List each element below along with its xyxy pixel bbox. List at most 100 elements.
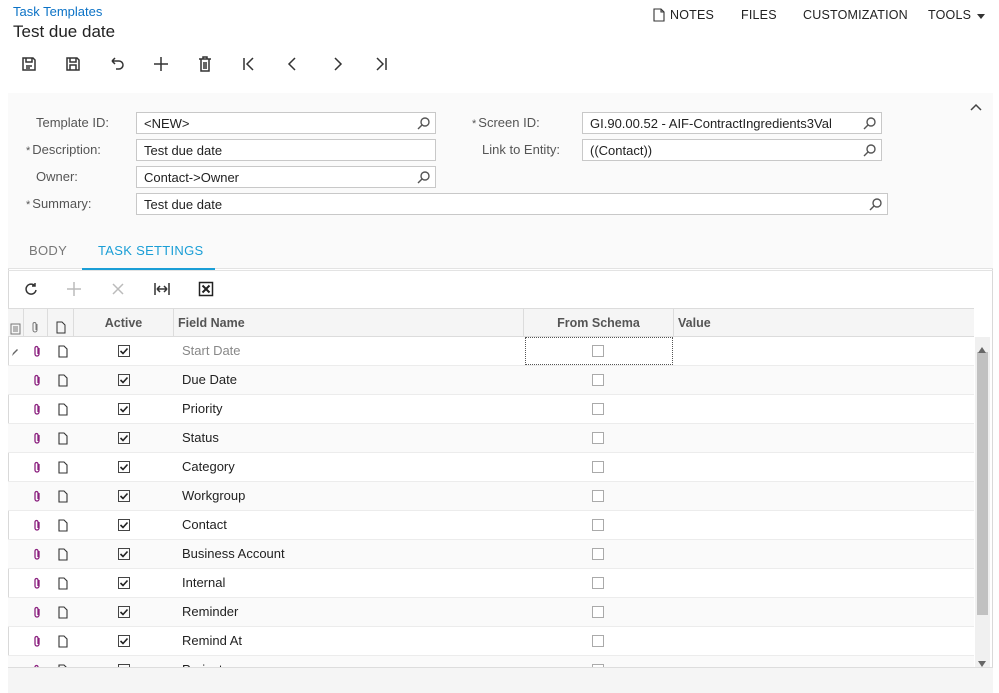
active-checkbox[interactable] <box>118 606 130 618</box>
field-name-cell[interactable]: Priority <box>182 395 222 423</box>
file-icon[interactable] <box>58 606 68 622</box>
paperclip-icon[interactable] <box>33 432 42 448</box>
from-schema-column-header[interactable]: From Schema <box>524 309 674 337</box>
value-cell[interactable] <box>678 627 968 655</box>
attachments-header[interactable] <box>24 309 48 337</box>
value-cell[interactable] <box>678 511 968 539</box>
active-checkbox[interactable] <box>118 345 130 357</box>
active-column-header[interactable]: Active <box>74 309 174 337</box>
value-cell[interactable] <box>678 395 968 423</box>
value-cell[interactable] <box>678 424 968 452</box>
files-header[interactable] <box>48 309 74 337</box>
file-icon[interactable] <box>58 548 68 564</box>
field-name-cell[interactable]: Business Account <box>182 540 285 568</box>
paperclip-icon[interactable] <box>33 490 42 506</box>
value-cell[interactable] <box>678 598 968 626</box>
field-name-cell[interactable]: Project <box>182 656 222 667</box>
search-icon[interactable] <box>417 170 431 184</box>
tab-body[interactable]: BODY <box>29 243 67 258</box>
paperclip-icon[interactable] <box>33 606 42 622</box>
save-button[interactable] <box>60 52 86 78</box>
value-column-header[interactable]: Value <box>674 309 974 337</box>
value-cell[interactable] <box>678 453 968 481</box>
field-name-column-header[interactable]: Field Name <box>174 309 524 337</box>
file-icon[interactable] <box>58 432 68 448</box>
undo-button[interactable] <box>104 52 130 78</box>
scroll-up-icon[interactable] <box>978 341 986 356</box>
paperclip-icon[interactable] <box>33 577 42 593</box>
field-name-cell[interactable]: Due Date <box>182 366 237 394</box>
search-icon[interactable] <box>863 116 877 130</box>
field-name-cell[interactable]: Remind At <box>182 627 242 655</box>
paperclip-icon[interactable] <box>33 461 42 477</box>
add-row-button[interactable] <box>63 279 85 301</box>
table-row[interactable]: Reminder <box>8 598 974 627</box>
active-checkbox[interactable] <box>118 635 130 647</box>
next-record-button[interactable] <box>324 52 350 78</box>
active-checkbox[interactable] <box>118 519 130 531</box>
notes-button[interactable]: NOTES <box>653 8 714 22</box>
table-row[interactable]: Priority <box>8 395 974 424</box>
fit-columns-button[interactable] <box>151 279 173 301</box>
paperclip-icon[interactable] <box>33 548 42 564</box>
from-schema-checkbox[interactable] <box>592 490 604 502</box>
files-button[interactable]: FILES <box>741 8 777 22</box>
from-schema-checkbox[interactable] <box>592 403 604 415</box>
field-name-cell[interactable]: Start Date <box>182 337 241 365</box>
delete-row-button[interactable] <box>107 279 129 301</box>
collapse-button[interactable] <box>970 99 982 114</box>
from-schema-checkbox[interactable] <box>592 374 604 386</box>
table-row[interactable]: Business Account <box>8 540 974 569</box>
active-checkbox[interactable] <box>118 461 130 473</box>
active-checkbox[interactable] <box>118 577 130 589</box>
table-row[interactable]: Workgroup <box>8 482 974 511</box>
table-row[interactable]: Remind At <box>8 627 974 656</box>
previous-record-button[interactable] <box>280 52 306 78</box>
description-field[interactable]: Test due date <box>136 139 436 161</box>
tab-task-settings[interactable]: TASK SETTINGS <box>82 243 215 271</box>
file-icon[interactable] <box>58 635 68 651</box>
summary-field[interactable]: Test due date <box>136 193 888 215</box>
file-icon[interactable] <box>58 345 68 361</box>
field-name-cell[interactable]: Reminder <box>182 598 238 626</box>
from-schema-checkbox[interactable] <box>592 432 604 444</box>
value-cell[interactable] <box>678 569 968 597</box>
scrollbar-thumb[interactable] <box>977 352 988 615</box>
paperclip-icon[interactable] <box>33 403 42 419</box>
delete-button[interactable] <box>192 52 218 78</box>
customization-button[interactable]: CUSTOMIZATION <box>803 8 908 22</box>
breadcrumb[interactable]: Task Templates <box>13 4 102 19</box>
from-schema-checkbox[interactable] <box>592 577 604 589</box>
value-cell[interactable] <box>678 540 968 568</box>
table-row[interactable]: Due Date <box>8 366 974 395</box>
active-checkbox[interactable] <box>118 403 130 415</box>
table-row[interactable]: Project <box>8 656 974 667</box>
field-name-cell[interactable]: Workgroup <box>182 482 245 510</box>
table-row[interactable]: Category <box>8 453 974 482</box>
first-record-button[interactable] <box>236 52 262 78</box>
export-excel-button[interactable] <box>195 279 217 301</box>
tools-menu[interactable]: TOOLS <box>928 8 986 22</box>
value-cell[interactable] <box>678 482 968 510</box>
field-name-cell[interactable]: Internal <box>182 569 225 597</box>
table-row[interactable]: Status <box>8 424 974 453</box>
active-checkbox[interactable] <box>118 374 130 386</box>
from-schema-checkbox[interactable] <box>592 461 604 473</box>
from-schema-checkbox[interactable] <box>592 548 604 560</box>
from-schema-checkbox[interactable] <box>592 345 604 357</box>
search-icon[interactable] <box>417 116 431 130</box>
search-icon[interactable] <box>863 143 877 157</box>
template-id-field[interactable]: <NEW> <box>136 112 436 134</box>
field-name-cell[interactable]: Status <box>182 424 219 452</box>
file-icon[interactable] <box>58 519 68 535</box>
save-close-button[interactable] <box>16 52 42 78</box>
file-icon[interactable] <box>58 374 68 390</box>
file-icon[interactable] <box>58 490 68 506</box>
add-button[interactable] <box>148 52 174 78</box>
from-schema-checkbox[interactable] <box>592 606 604 618</box>
field-name-cell[interactable]: Category <box>182 453 235 481</box>
active-checkbox[interactable] <box>118 432 130 444</box>
paperclip-icon[interactable] <box>33 635 42 651</box>
table-row[interactable]: Internal <box>8 569 974 598</box>
file-icon[interactable] <box>58 461 68 477</box>
